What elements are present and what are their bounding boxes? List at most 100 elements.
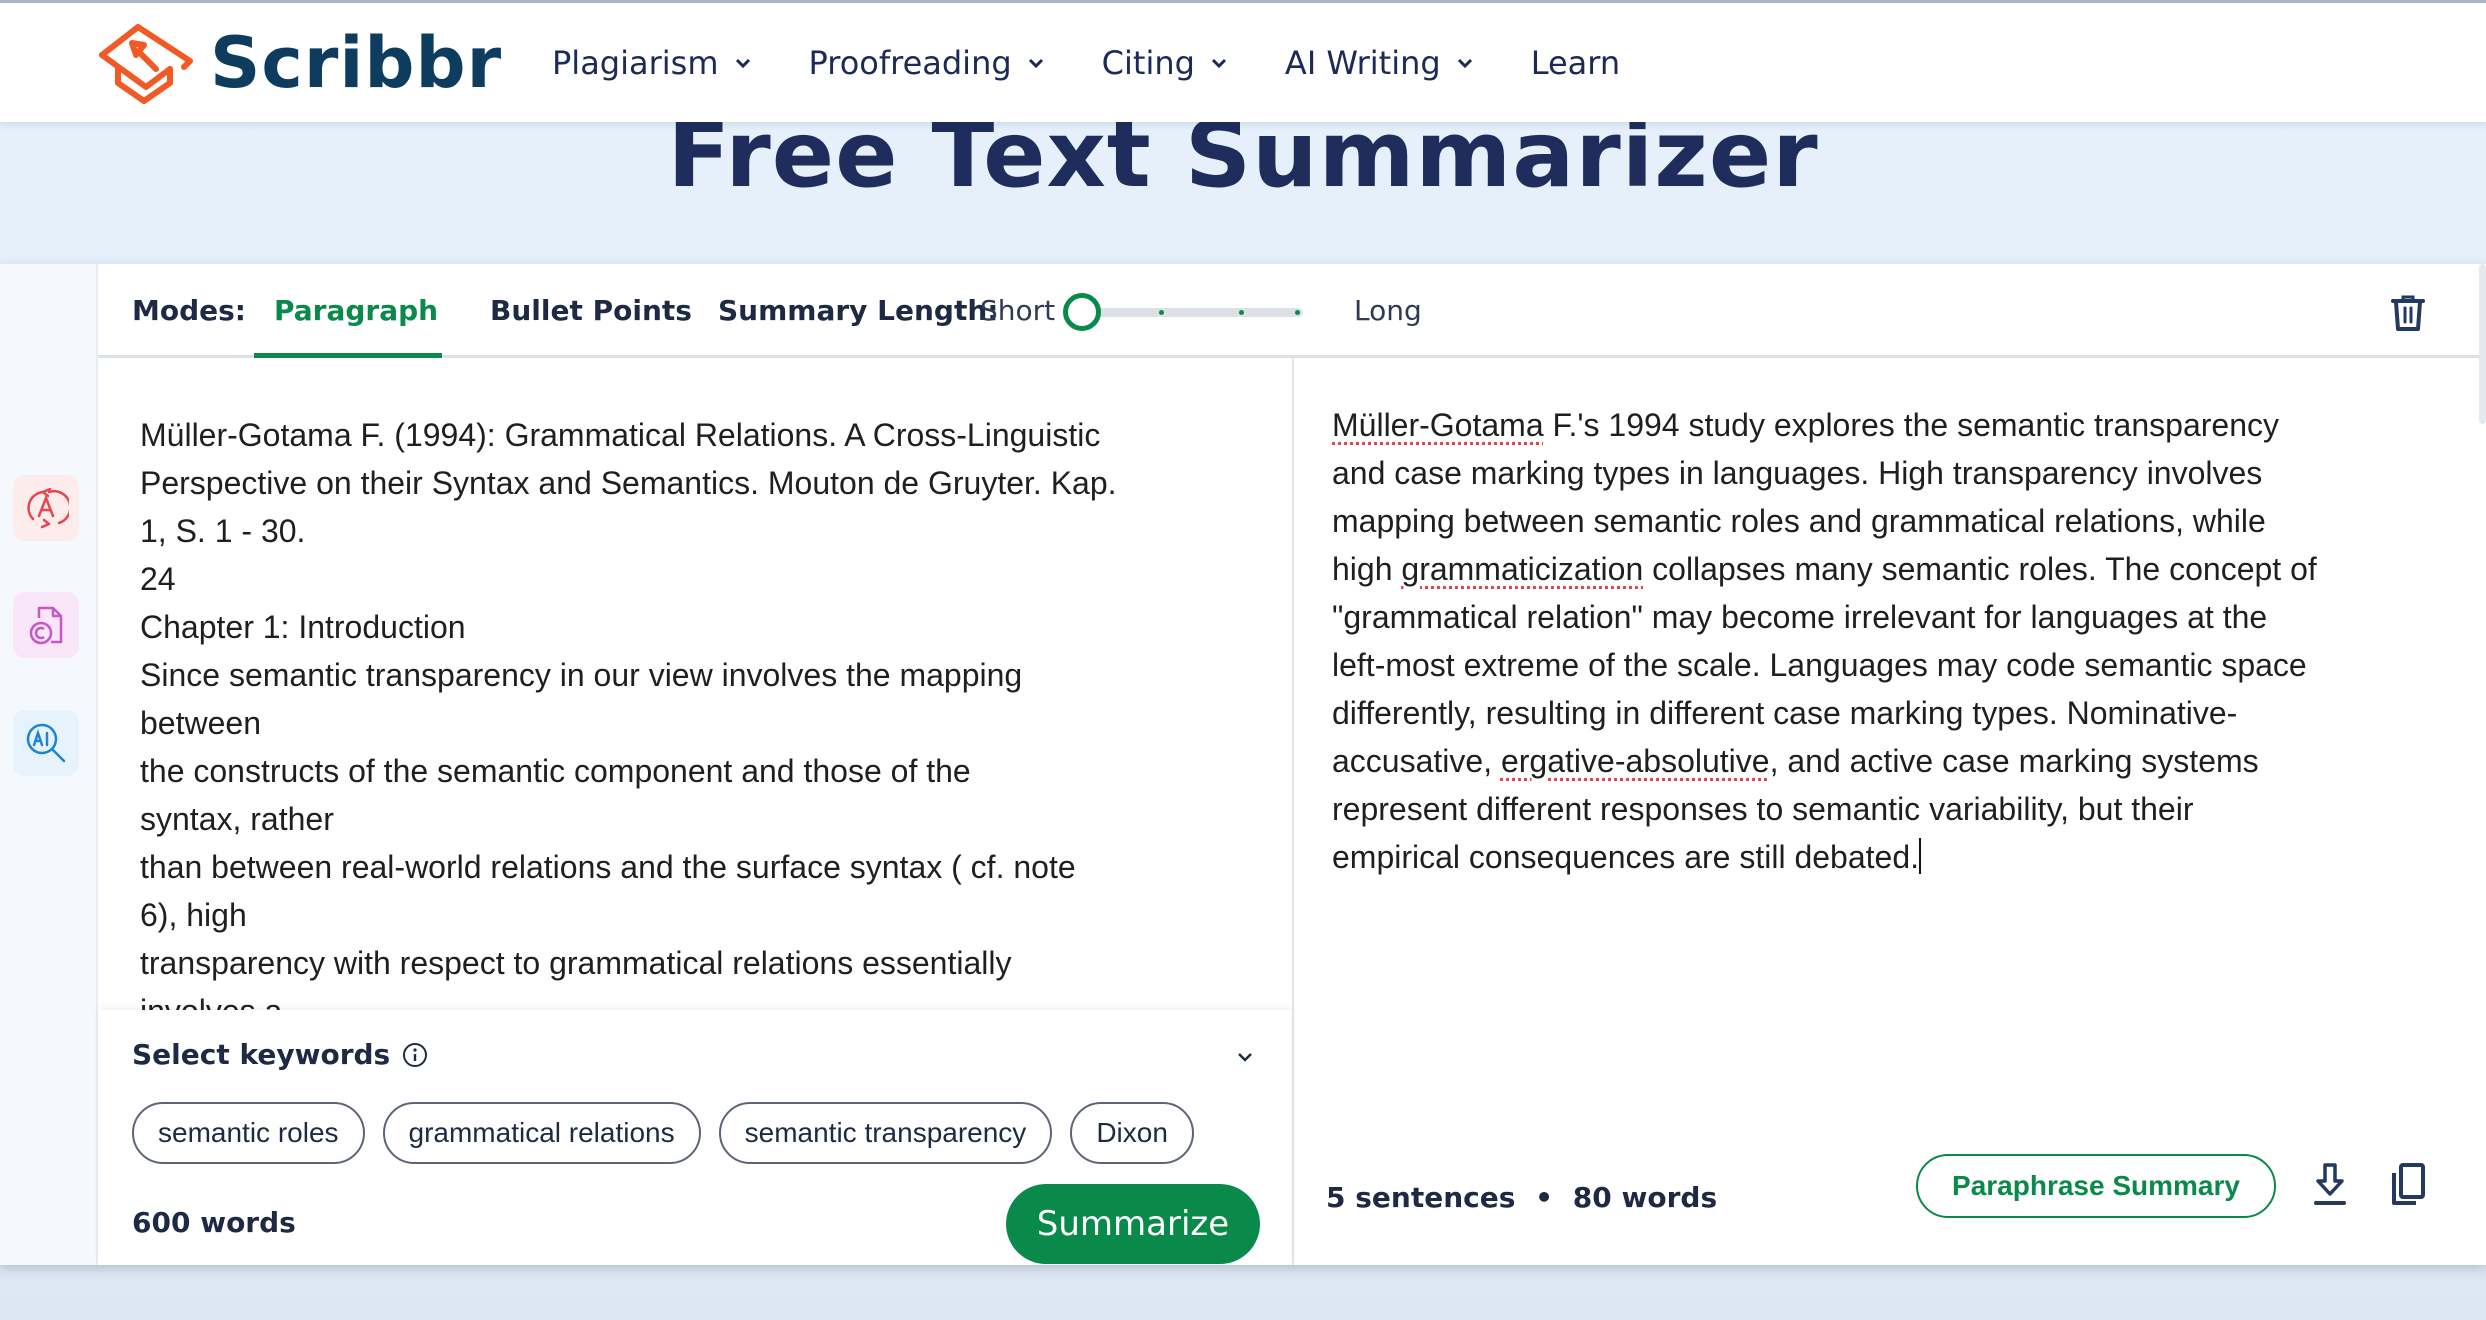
graduation-cap-icon xyxy=(99,24,193,104)
summary-text: empirical consequences are still debated… xyxy=(1332,839,1919,875)
summary-text: accusative, xyxy=(1332,743,1501,779)
input-line: than between real-world relations and th… xyxy=(140,849,1076,885)
keywords-title: Select keywords xyxy=(132,1038,391,1071)
summary-text: F.'s 1994 study explores the semantic tr… xyxy=(1543,407,2279,443)
slider-step xyxy=(1295,310,1300,315)
main-nav: Plagiarism Proofreading Citing AI Writin… xyxy=(552,3,1678,122)
nav-label: Citing xyxy=(1101,43,1195,82)
info-icon[interactable] xyxy=(402,1042,428,1068)
summary-output[interactable]: Müller-Gotama F.'s 1994 study explores t… xyxy=(1332,401,2452,881)
trash-icon[interactable] xyxy=(2390,294,2426,332)
summary-line: mapping between semantic roles and gramm… xyxy=(1332,497,2452,545)
input-line: Since semantic transparency in our view … xyxy=(140,657,1023,693)
sentence-count: 5 sentences xyxy=(1326,1181,1516,1214)
summary-word-count: 80 words xyxy=(1572,1181,1718,1214)
sidebar-plagiarism-checker[interactable] xyxy=(13,592,79,658)
keyword-chip[interactable]: semantic transparency xyxy=(718,1102,1053,1164)
modes-toolbar: Modes: Paragraph Bullet Points Summary L… xyxy=(98,264,2481,358)
input-line: the constructs of the semantic component… xyxy=(140,753,971,789)
paraphrase-icon xyxy=(27,487,69,529)
text-caret xyxy=(1919,838,1921,874)
nav-label: AI Writing xyxy=(1284,43,1441,82)
chevron-down-icon xyxy=(1028,58,1043,68)
input-line: 24 xyxy=(140,561,176,597)
keyword-chip[interactable]: grammatical relations xyxy=(382,1102,701,1164)
length-long-label: Long xyxy=(1354,294,1422,327)
summarizer-tool: Modes: Paragraph Bullet Points Summary L… xyxy=(0,264,2486,1265)
keywords-panel: Select keywords semantic roles grammatica… xyxy=(98,1010,1292,1265)
input-line: syntax, rather xyxy=(140,801,334,837)
summary-length-slider[interactable] xyxy=(1063,292,1323,332)
download-icon[interactable] xyxy=(2310,1161,2350,1207)
summary-stats: 5 sentences • 80 words xyxy=(1326,1181,1717,1214)
summary-text: "grammatical relation" may become irrele… xyxy=(1332,599,2268,635)
stats-separator: • xyxy=(1535,1181,1554,1214)
tool-sidebar xyxy=(0,264,98,1265)
input-textarea[interactable]: Müller-Gotama F. (1994): Grammatical Rel… xyxy=(140,411,1270,1011)
keyword-chips: semantic roles grammatical relations seman… xyxy=(132,1102,1212,1164)
input-line: involves a xyxy=(140,993,283,1011)
keyword-chip[interactable]: Dixon xyxy=(1070,1102,1194,1164)
summary-line: represent different responses to semanti… xyxy=(1332,785,2452,833)
logo-wordmark: Scribbr xyxy=(210,22,503,104)
input-line: transparency with respect to grammatical… xyxy=(140,945,1012,981)
slider-step xyxy=(1239,310,1244,315)
nav-learn[interactable]: Learn xyxy=(1531,44,1620,82)
tab-bullet-points[interactable]: Bullet Points xyxy=(490,294,692,327)
summary-line: Müller-Gotama F.'s 1994 study explores t… xyxy=(1332,401,2452,449)
summary-line: and case marking types in languages. Hig… xyxy=(1332,449,2452,497)
summarize-button[interactable]: Summarize xyxy=(1006,1184,1260,1264)
active-tab-indicator xyxy=(254,353,442,358)
copy-icon[interactable] xyxy=(2388,1161,2428,1207)
summary-text: left-most extreme of the scale. Language… xyxy=(1332,647,2307,683)
summary-line: differently, resulting in different case… xyxy=(1332,689,2452,737)
summary-text: differently, resulting in different case… xyxy=(1332,695,2238,731)
chevron-down-icon xyxy=(1211,58,1226,68)
spellcheck-flagged-word: ergative-absolutive xyxy=(1500,743,1770,779)
length-short-label: Short xyxy=(980,294,1056,327)
tab-paragraph[interactable]: Paragraph xyxy=(274,294,438,327)
site-header: Scribbr Plagiarism Proofreading Citing A… xyxy=(0,3,2486,122)
chevron-down-icon[interactable] xyxy=(1236,1050,1254,1064)
keywords-header: Select keywords xyxy=(132,1038,428,1071)
input-line: Müller-Gotama F. (1994): Grammatical Rel… xyxy=(140,417,1101,453)
summary-text: mapping between semantic roles and gramm… xyxy=(1332,503,2266,539)
sidebar-ai-detector[interactable] xyxy=(13,710,79,776)
input-line: 1, S. 1 - 30. xyxy=(140,513,306,549)
slider-step xyxy=(1159,310,1164,315)
summary-line: empirical consequences are still debated… xyxy=(1332,833,2452,881)
output-panel: Müller-Gotama F.'s 1994 study explores t… xyxy=(1294,361,2481,1265)
input-line: Perspective on their Syntax and Semantic… xyxy=(140,465,1117,501)
nav-proofreading[interactable]: Proofreading xyxy=(809,44,1044,82)
scribbr-logo[interactable]: Scribbr xyxy=(98,21,502,105)
summary-text: , and active case marking systems xyxy=(1769,743,2259,779)
slider-thumb[interactable] xyxy=(1063,293,1101,331)
page-scrollbar[interactable] xyxy=(2479,264,2486,424)
input-line: 6), high xyxy=(140,897,247,933)
summary-length-label: Summary Length: xyxy=(718,294,999,327)
paraphrase-summary-button[interactable]: Paraphrase Summary xyxy=(1916,1154,2276,1218)
nav-citing[interactable]: Citing xyxy=(1102,44,1227,82)
summary-text: and case marking types in languages. Hig… xyxy=(1332,455,2263,491)
summary-text: represent different responses to semanti… xyxy=(1332,791,2194,827)
keyword-chip[interactable]: semantic roles xyxy=(132,1102,365,1164)
plagiarism-checker-icon xyxy=(29,606,63,645)
modes-label: Modes: xyxy=(132,294,246,327)
summary-text: high xyxy=(1332,551,1402,587)
nav-label: Proofreading xyxy=(808,43,1012,82)
input-word-count: 600 words xyxy=(132,1206,296,1239)
slider-track xyxy=(1083,308,1303,317)
nav-label: Learn xyxy=(1530,43,1621,82)
input-line: Chapter 1: Introduction xyxy=(140,609,466,645)
nav-plagiarism[interactable]: Plagiarism xyxy=(552,44,751,82)
summary-line: "grammatical relation" may become irrele… xyxy=(1332,593,2452,641)
spellcheck-flagged-word: grammaticization xyxy=(1401,551,1644,587)
chevron-down-icon xyxy=(1457,58,1472,68)
spellcheck-flagged-word: Müller-Gotama xyxy=(1332,407,1544,443)
chevron-down-icon xyxy=(735,58,750,68)
ai-detector-icon xyxy=(26,723,66,763)
sidebar-paraphraser[interactable] xyxy=(13,475,79,541)
nav-label: Plagiarism xyxy=(552,43,719,82)
summary-line: accusative, ergative-absolutive, and act… xyxy=(1332,737,2452,785)
nav-ai-writing[interactable]: AI Writing xyxy=(1285,44,1473,82)
